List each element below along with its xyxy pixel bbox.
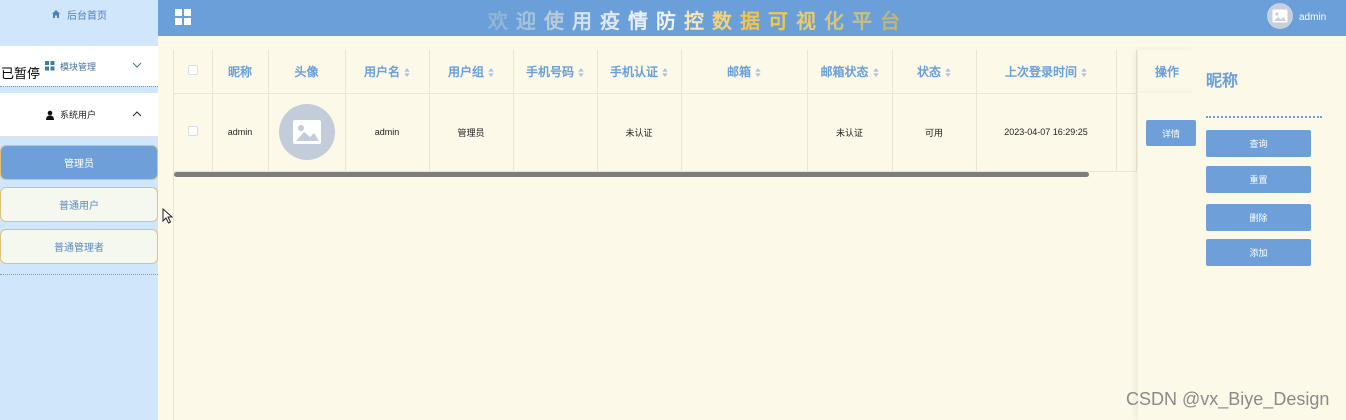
column-header[interactable]: 邮箱 (681, 50, 808, 94)
username-label[interactable]: admin (1299, 12, 1326, 23)
user-table: 昵称 头像 用户名 用户组 手机号码 手机认证 邮箱 邮箱状态 状态 上次登录时间 admin ad… (173, 50, 1196, 420)
column-header: 头像 (268, 50, 346, 94)
title-char: 平 (852, 11, 880, 33)
sort-icon[interactable] (578, 68, 584, 78)
cell-phone (513, 93, 598, 172)
sidebar-item-system-users[interactable]: 系统用户 (0, 93, 158, 137)
title-char: 迎 (516, 11, 544, 33)
search-nickname-input[interactable] (1206, 116, 1322, 118)
title-char: 化 (824, 11, 852, 33)
column-header-label: 状态 (916, 64, 941, 79)
column-header-label: 邮箱 (726, 64, 751, 79)
sort-icon[interactable] (662, 68, 668, 78)
column-header-label: 邮箱状态 (820, 64, 869, 79)
ops-column: 详情 (1138, 93, 1196, 420)
cell-last-login: 2023-04-07 16:29:25 (976, 93, 1117, 172)
sidebar-item-modules-label: 模块管理 (60, 61, 97, 72)
row-spacer (1116, 93, 1137, 172)
user-avatar[interactable] (1267, 3, 1293, 29)
row-checkbox[interactable] (187, 126, 198, 136)
title-char: 台 (880, 11, 908, 33)
grid-icon (45, 61, 55, 71)
detail-button[interactable]: 详情 (1146, 120, 1196, 146)
column-header-label: 上次登录时间 (1004, 64, 1077, 79)
title-char: 防 (656, 11, 684, 33)
menu-grid-icon[interactable] (175, 9, 191, 25)
title-char: 用 (572, 11, 600, 33)
chevron-down-icon (132, 62, 142, 68)
column-header-label: 昵称 (227, 64, 252, 79)
delete-button[interactable]: 删除 (1206, 204, 1311, 231)
home-icon (52, 10, 60, 18)
cell-email-status: 未认证 (807, 93, 893, 172)
column-header-label: 用户组 (447, 64, 484, 79)
sort-icon[interactable] (945, 68, 951, 78)
sidebar-item-home-label: 后台首页 (67, 10, 107, 22)
column-header-label: 手机号码 (525, 64, 574, 79)
column-header-label: 头像 (294, 64, 319, 79)
reset-button[interactable]: 重置 (1206, 166, 1311, 193)
cell-phone-auth: 未认证 (597, 93, 682, 172)
title-char: 据 (740, 11, 768, 33)
horizontal-scrollbar[interactable] (174, 172, 1089, 177)
chevron-up-icon (132, 111, 142, 117)
cell-group: 管理员 (429, 93, 514, 172)
avatar-cell (268, 93, 346, 172)
mouse-cursor-icon (162, 208, 174, 224)
column-header[interactable]: 用户名 (345, 50, 430, 94)
title-char: 情 (628, 11, 656, 33)
row-select-cell[interactable] (174, 93, 213, 172)
column-header[interactable]: 状态 (892, 50, 977, 94)
cell-username: admin (345, 93, 430, 172)
paused-overlay-text: 已暂停 (0, 63, 42, 82)
column-header[interactable]: 手机号码 (513, 50, 598, 94)
cell-status: 可用 (892, 93, 977, 172)
sort-icon[interactable] (755, 68, 761, 78)
column-header-spacer (1116, 50, 1137, 94)
title-char: 使 (544, 11, 572, 33)
sort-icon[interactable] (404, 68, 410, 78)
add-button[interactable]: 添加 (1206, 239, 1311, 266)
sort-icon[interactable] (1081, 68, 1087, 78)
image-icon (1272, 9, 1288, 23)
image-placeholder-icon (292, 120, 321, 144)
column-header-label: 用户名 (363, 64, 400, 79)
sort-icon[interactable] (872, 68, 879, 78)
title-char: 疫 (600, 11, 628, 33)
sidebar-item-home[interactable]: 后台首页 (0, 0, 158, 40)
table-row[interactable]: admin admin 管理员 未认证 未认证 可用 2023-04-07 16:29:25 (174, 93, 1137, 172)
ops-column-header: 操作 (1138, 50, 1196, 93)
select-all-cell[interactable] (174, 50, 213, 94)
sort-icon[interactable] (488, 68, 494, 78)
title-char: 欢 (488, 11, 516, 33)
title-char: 视 (796, 11, 824, 33)
sidebar-subitem-normal-manager[interactable]: 普通管理者 (0, 229, 158, 264)
topbar: 欢迎使用疫情防控数据可视化平台 admin (158, 0, 1346, 36)
sidebar-subitem-normal-user[interactable]: 普通用户 (0, 187, 158, 222)
watermark: CSDN @vx_Biye_Design (1126, 389, 1330, 409)
page-title: 欢迎使用疫情防控数据可视化平台 (488, 5, 908, 34)
sidebar-item-system-users-label: 系统用户 (60, 110, 97, 120)
sidebar-subitem-admin[interactable]: 管理员 (0, 145, 158, 180)
column-header[interactable]: 用户组 (429, 50, 514, 94)
column-header[interactable]: 邮箱状态 (807, 50, 893, 94)
column-header-label: 手机认证 (609, 64, 658, 79)
query-button[interactable]: 查询 (1206, 130, 1311, 157)
title-char: 控 (684, 11, 712, 33)
title-char: 数 (712, 11, 740, 33)
avatar (278, 104, 335, 160)
user-icon (46, 110, 54, 120)
search-nickname-label: 昵称 (1206, 73, 1239, 90)
title-char: 可 (768, 11, 796, 33)
select-all-checkbox[interactable] (187, 65, 198, 76)
divider (0, 274, 158, 276)
column-header[interactable]: 上次登录时间 (976, 50, 1117, 94)
column-header: 昵称 (212, 50, 269, 94)
cell-email (681, 93, 808, 172)
cell-nickname: admin (212, 93, 269, 172)
column-header[interactable]: 手机认证 (597, 50, 682, 94)
